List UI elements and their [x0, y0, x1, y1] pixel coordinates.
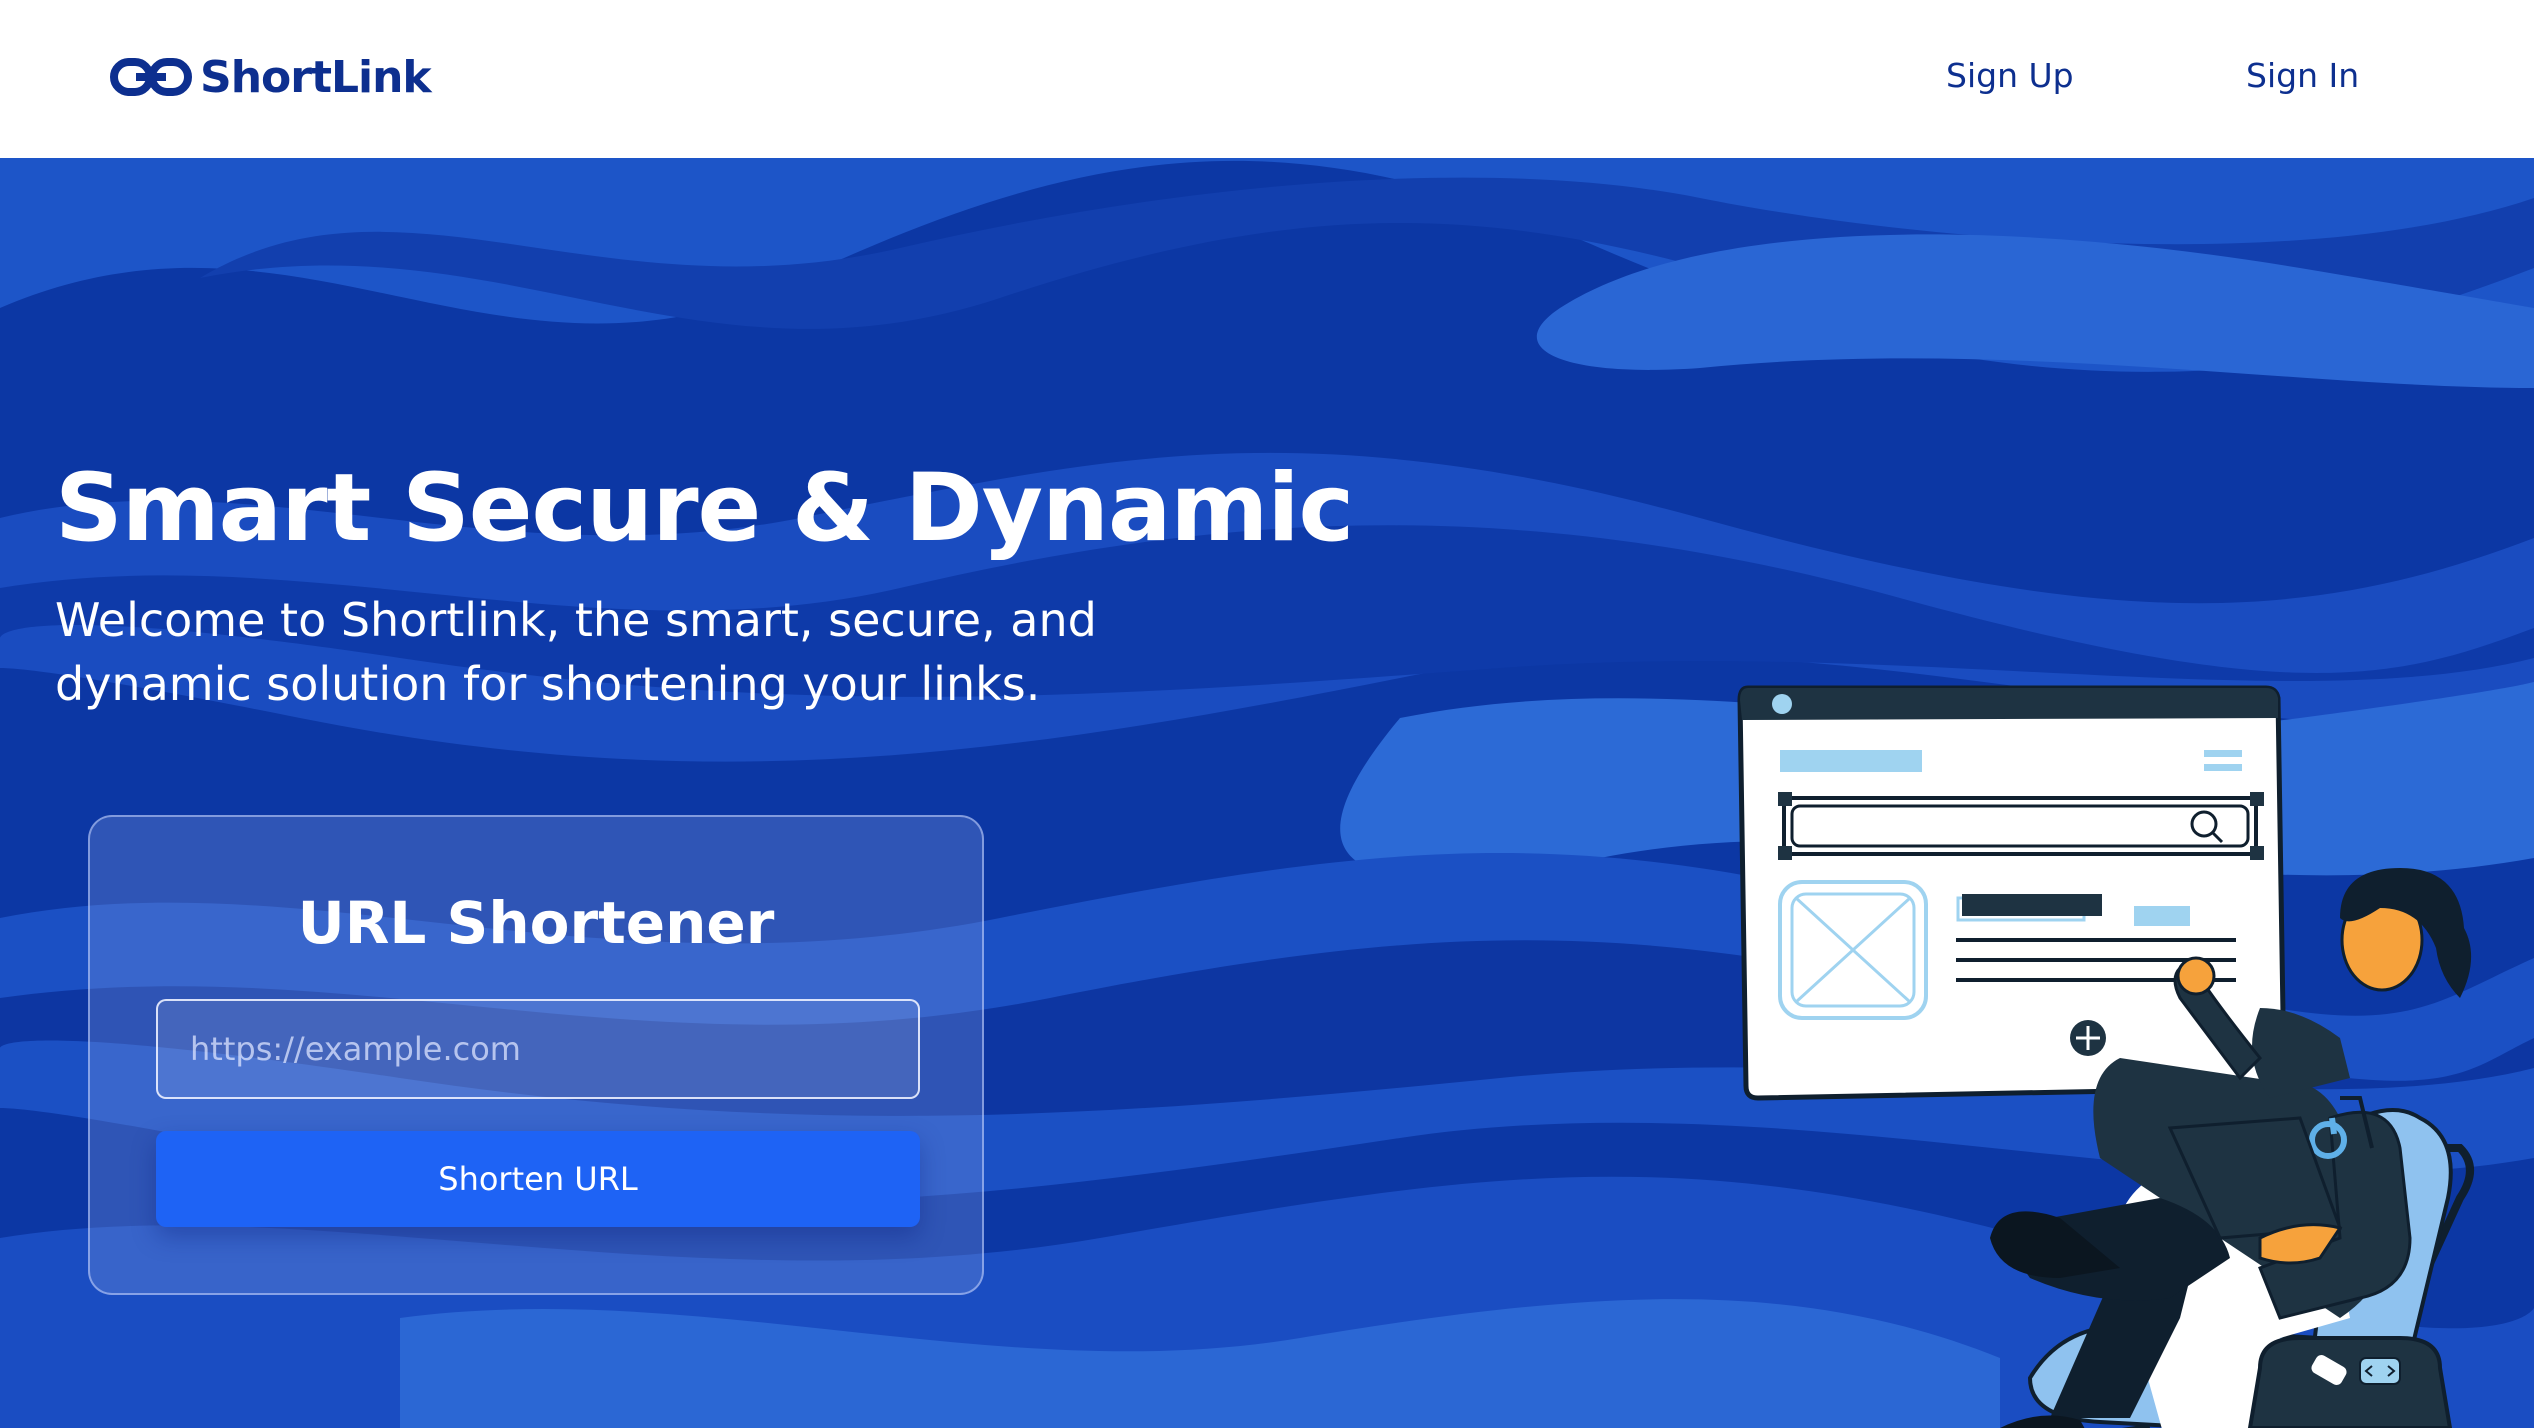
sign-up-link[interactable]: Sign Up	[1946, 56, 2074, 95]
bag-graphic	[2247, 1336, 2453, 1428]
hero-subtitle: Welcome to Shortlink, the smart, secure,…	[55, 593, 1097, 711]
plus-icon	[2070, 1020, 2106, 1056]
brand-logo[interactable]: ShortLink	[110, 48, 432, 106]
shorten-url-button[interactable]: Shorten URL	[156, 1131, 920, 1227]
url-shortener-title: URL Shortener	[297, 889, 775, 957]
brand-name: ShortLink	[200, 51, 432, 103]
hero-illustration	[1737, 685, 2474, 1428]
code-icon	[2359, 1357, 2401, 1385]
hero-title: Smart Secure & Dynamic	[55, 454, 1354, 563]
sign-in-link[interactable]: Sign In	[2246, 56, 2359, 95]
link-logo-icon	[110, 58, 192, 96]
navbar: ShortLink Sign Up Sign In	[0, 0, 2534, 158]
url-input[interactable]	[156, 999, 920, 1099]
browser-window-graphic	[1737, 685, 2287, 1101]
url-shortener-card: URL Shortener Shorten URL	[88, 815, 984, 1295]
hero-section: Smart Secure & Dynamic Welcome to Shortl…	[0, 158, 2534, 1428]
